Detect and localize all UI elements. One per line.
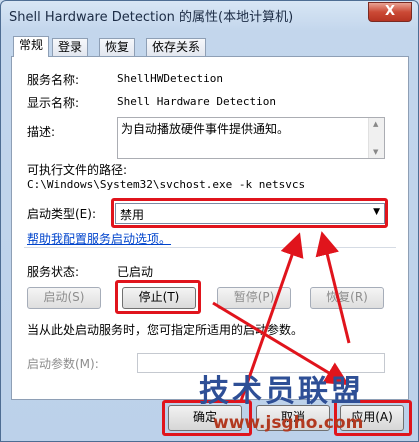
general-panel: 服务名称: ShellHWDetection 显示名称: Shell Hardw… bbox=[11, 56, 409, 400]
scroll-up-icon[interactable]: ▲ bbox=[373, 120, 378, 128]
title-bar[interactable]: Shell Hardware Detection 的属性(本地计算机) X bbox=[1, 1, 418, 29]
description-box[interactable]: 为自动播放硬件事件提供通知。 ▲ ▼ bbox=[117, 117, 385, 159]
watermark-logo: 技术员联盟 bbox=[199, 374, 364, 409]
highlight-startup-type bbox=[111, 198, 388, 228]
start-button[interactable]: 启动(S) bbox=[27, 287, 101, 309]
properties-dialog: Shell Hardware Detection 的属性(本地计算机) X 常规… bbox=[0, 0, 419, 442]
start-hint-text: 当从此处启动服务时，您可指定所适用的启动参数。 bbox=[27, 323, 304, 337]
tab-logon[interactable]: 登录 bbox=[52, 38, 89, 56]
startup-type-label: 启动类型(E): bbox=[27, 207, 96, 221]
service-status-label: 服务状态: bbox=[27, 265, 80, 279]
display-name-value: Shell Hardware Detection bbox=[117, 95, 276, 108]
pause-button[interactable]: 暂停(P) bbox=[217, 287, 291, 309]
tab-recovery[interactable]: 恢复 bbox=[99, 38, 136, 56]
service-status-value: 已启动 bbox=[117, 265, 154, 279]
window-title: Shell Hardware Detection 的属性(本地计算机) bbox=[9, 10, 294, 25]
exe-path-value: C:\Windows\System32\svchost.exe -k netsv… bbox=[27, 178, 306, 191]
service-name-value: ShellHWDetection bbox=[117, 72, 223, 85]
tab-dependencies[interactable]: 依存关系 bbox=[146, 38, 207, 56]
description-text: 为自动播放硬件事件提供通知。 bbox=[121, 122, 290, 136]
resume-button[interactable]: 恢复(R) bbox=[310, 287, 384, 309]
scroll-down-icon[interactable]: ▼ bbox=[373, 148, 378, 156]
description-scrollbar[interactable]: ▲ ▼ bbox=[368, 118, 384, 158]
start-params-label: 启动参数(M): bbox=[27, 357, 99, 371]
description-label: 描述: bbox=[27, 125, 56, 139]
help-link[interactable]: 帮助我配置服务启动选项。 bbox=[27, 230, 171, 247]
service-name-label: 服务名称: bbox=[27, 73, 80, 87]
highlight-stop-button bbox=[115, 280, 201, 314]
tab-general[interactable]: 常规 bbox=[13, 36, 50, 57]
close-button[interactable]: X bbox=[368, 2, 412, 22]
exe-path-label: 可执行文件的路径: bbox=[27, 163, 128, 177]
divider bbox=[24, 247, 396, 248]
display-name-label: 显示名称: bbox=[27, 96, 80, 110]
watermark-url: www.jsgho.com bbox=[213, 413, 364, 433]
